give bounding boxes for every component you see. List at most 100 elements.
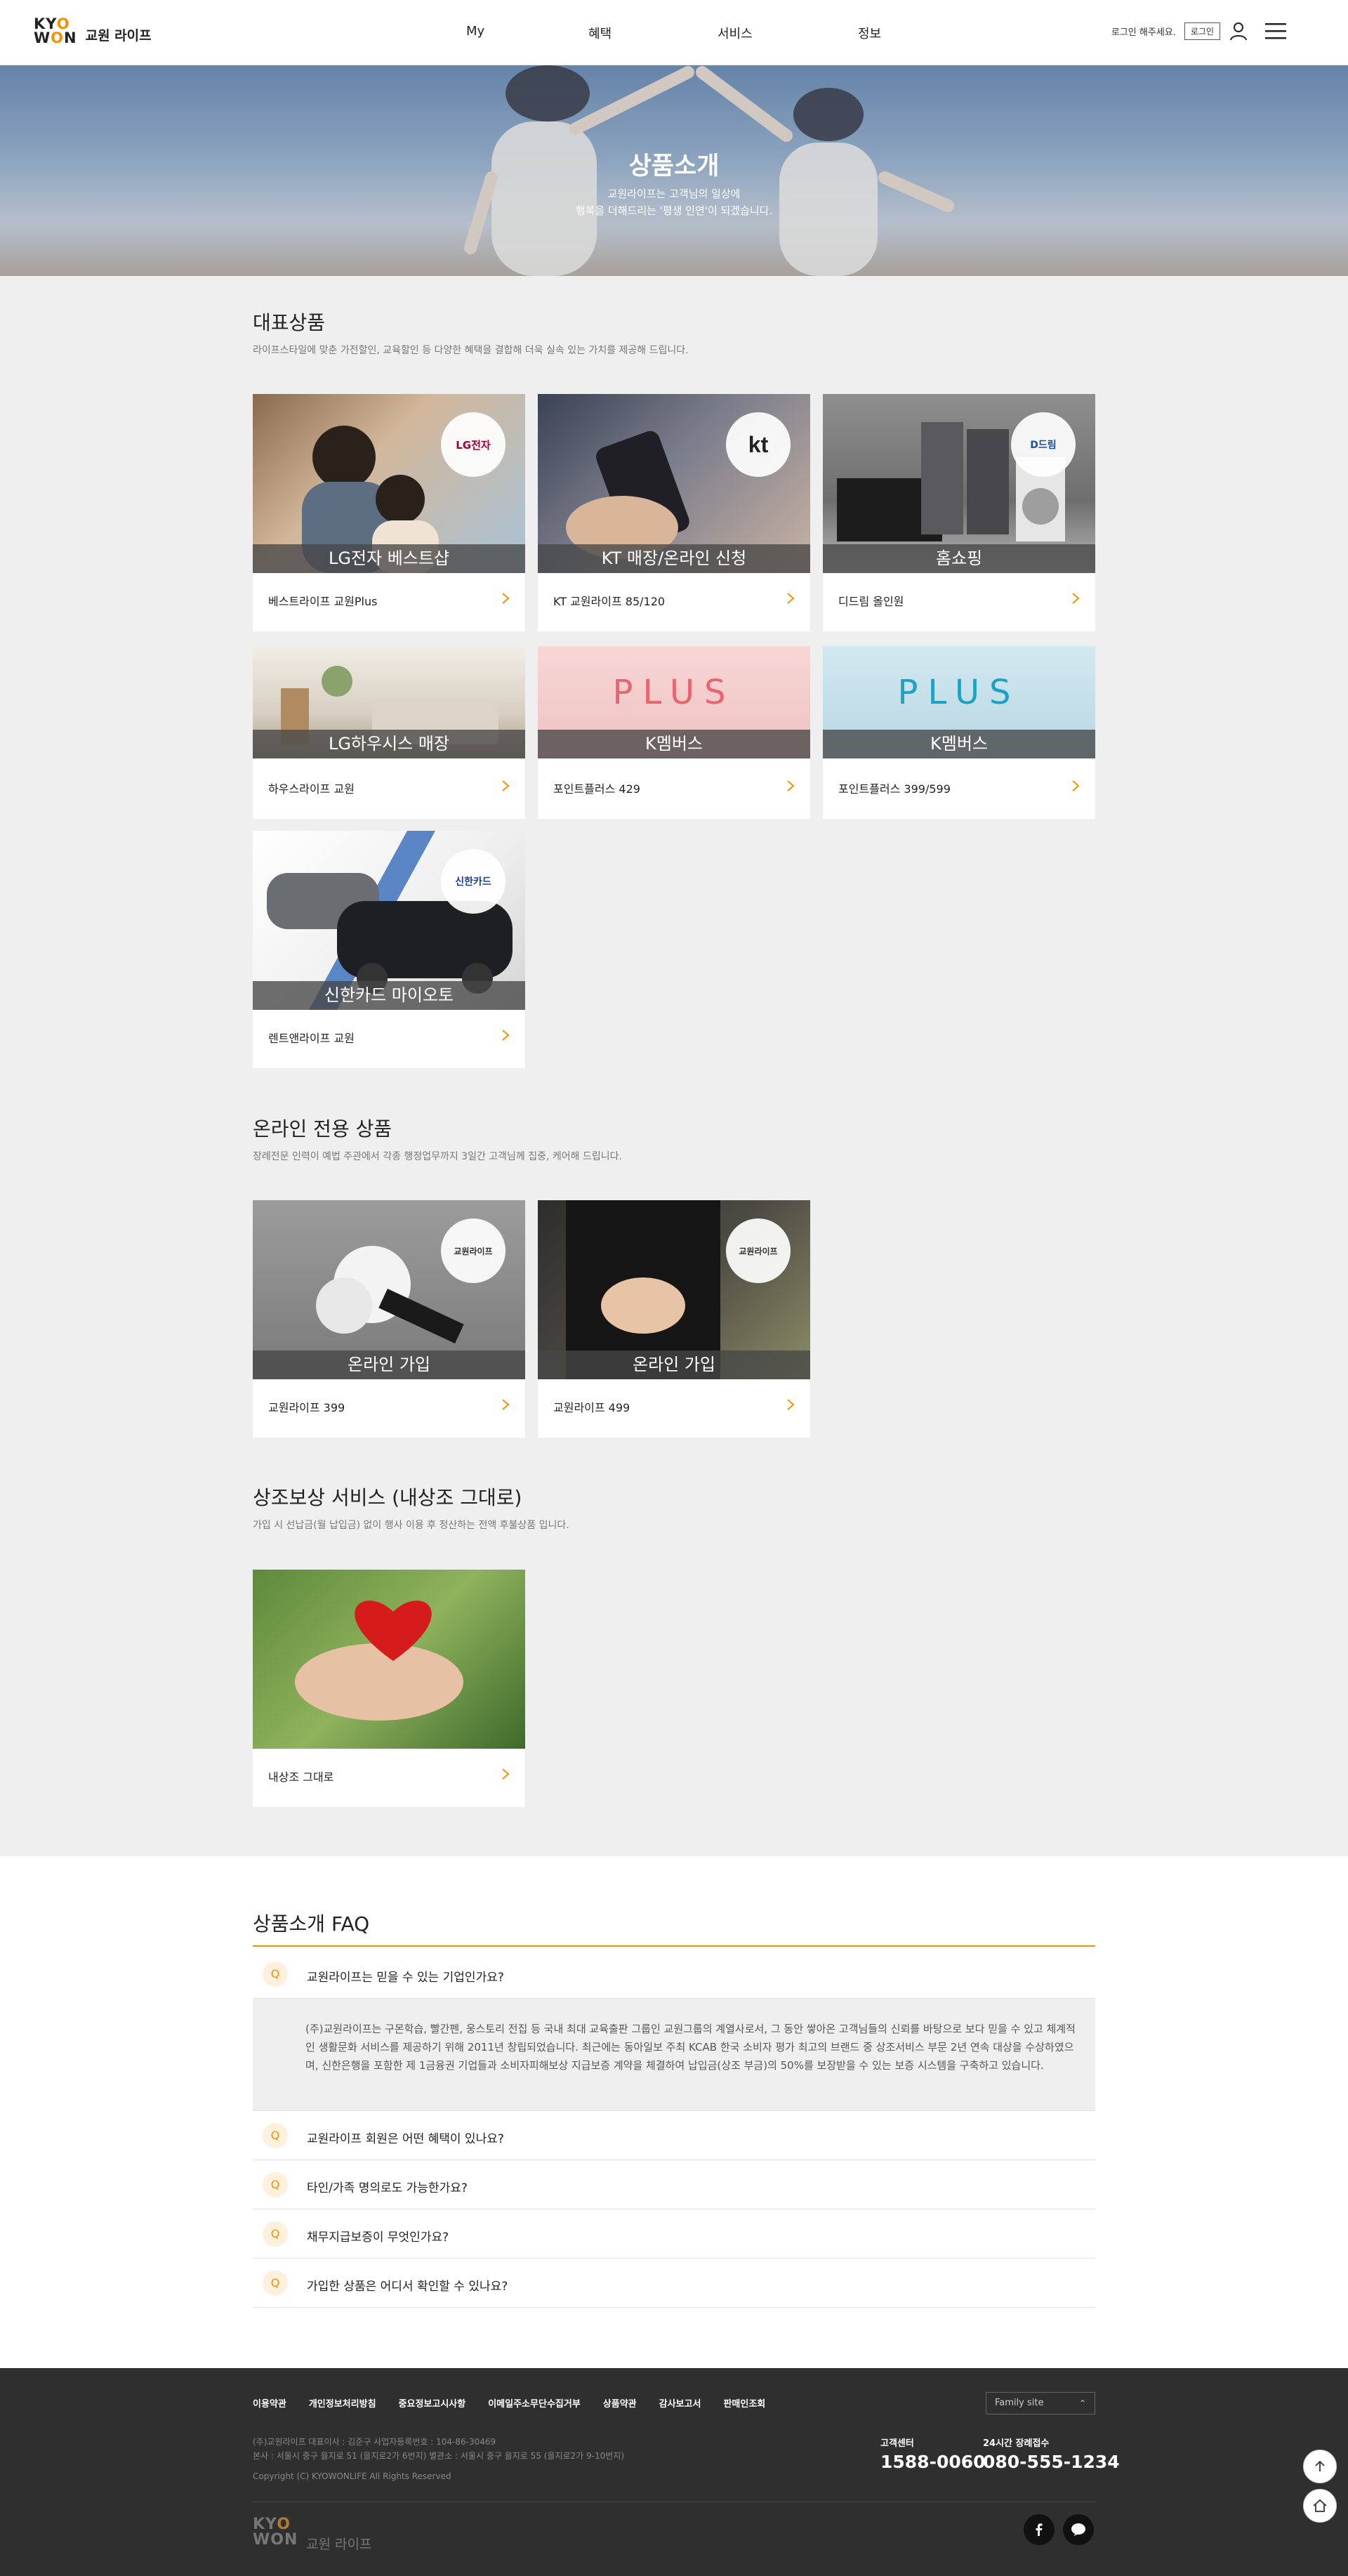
cs-number[interactable]: 1588-0060: [880, 2452, 986, 2472]
brand-badge: LG전자: [441, 412, 505, 477]
home-icon[interactable]: [1303, 2489, 1337, 2523]
card-caption: 온라인 가입: [253, 1351, 525, 1379]
footer-link-product-terms[interactable]: 상품약관: [603, 2396, 637, 2410]
heart-hands-photo: [295, 1601, 463, 1721]
faq-item-5[interactable]: Q 가입한 상품은 어디서 확인할 수 있나요?: [253, 2259, 1095, 2308]
card-name: 디드림 올인원: [838, 595, 904, 608]
product-card-kmembers-399[interactable]: PLUS K멤버스 포인트플러스 399/599: [823, 646, 1095, 819]
footer-link-terms[interactable]: 이용약관: [253, 2396, 286, 2410]
hero-banner: 상품소개 교원라이프는 고객님의 일상에 행복을 더해드리는 '평생 인연'이 …: [0, 65, 1348, 276]
card-caption: LG전자 베스트샵: [253, 544, 525, 573]
login-greeting: 로그인 해주세요.: [1111, 27, 1176, 38]
featured-desc: 라이프스타일에 맞춘 가전할인, 교육할인 등 다양한 혜택을 결합해 더욱 실…: [253, 345, 689, 356]
footer-link-email[interactable]: 이메일주소무단수집거부: [488, 2396, 581, 2410]
chat-bubble-icon[interactable]: [1063, 2514, 1094, 2545]
product-card-homeshopping[interactable]: D드림 홈쇼핑 디드림 올인원: [823, 394, 1095, 631]
faq-item-3[interactable]: Q 타인/가족 명의로도 가능한가요?: [253, 2160, 1095, 2209]
card-caption: KT 매장/온라인 신청: [538, 544, 810, 573]
faq-question: 교원라이프 회원은 어떤 혜택이 있나요?: [307, 2132, 504, 2146]
card-caption: K멤버스: [538, 730, 810, 758]
faq-item-4[interactable]: Q 채무지급보증이 무엇인가요?: [253, 2209, 1095, 2259]
plus-overlay-text: PLUS: [897, 673, 1021, 712]
hero-subtitle-2: 행복을 더해드리는 '평생 인연'이 되겠습니다.: [575, 204, 773, 217]
chevron-right-icon: [787, 780, 795, 791]
nav-benefits[interactable]: 혜택: [588, 24, 612, 42]
nav-services[interactable]: 서비스: [718, 24, 753, 42]
faq-divider: [253, 1945, 1095, 1947]
footer-links: 이용약관 개인정보처리방침 중요정보고시사항 이메일주소무단수집거부 상품약관 …: [253, 2396, 765, 2410]
chevron-right-icon: [1072, 593, 1080, 604]
footer-logo: KYO WON 교원 라이프: [253, 2517, 371, 2553]
footer-logo-text: 교원 라이프: [306, 2537, 372, 2552]
product-card-online-399[interactable]: 교원라이프 온라인 가입 교원라이프 399: [253, 1200, 525, 1438]
product-card-shinhan[interactable]: 신한카드 신한카드 마이오토 렌트앤라이프 교원: [253, 831, 525, 1068]
brand-badge: 신한카드: [441, 849, 505, 914]
arrow-up-icon[interactable]: [1303, 2450, 1337, 2483]
chevron-right-icon: [787, 593, 795, 604]
compensation-title: 상조보상 서비스 (내상조 그대로): [253, 1486, 522, 1509]
q-icon: Q: [263, 2271, 288, 2296]
compensation-desc: 가입 시 선납금(월 납입금) 없이 행사 이용 후 정산하는 전액 후불상품 …: [253, 1520, 569, 1531]
badge-text: LG전자: [456, 438, 491, 452]
card-name: 교원라이프 399: [268, 1401, 345, 1414]
faq-answer: (주)교원라이프는 구몬학습, 빨간펜, 웅스토리 전집 등 국내 최대 교육출…: [253, 1999, 1095, 2111]
card-caption: 온라인 가입: [538, 1351, 810, 1379]
product-card-compensation[interactable]: 내상조 그대로: [253, 1570, 525, 1807]
online-desc: 장례전문 인력이 예법 주관에서 각종 행정업무까지 3일간 고객님께 집중, …: [253, 1151, 622, 1162]
faq-question: 교원라이프는 믿을 수 있는 기업인가요?: [307, 1971, 504, 1985]
company-info-2: 본사 : 서울시 중구 을지로 51 (을지로2가 6번지) 별관소 : 서울시…: [253, 2451, 625, 2461]
badge-text: D드림: [1030, 440, 1057, 451]
faq-title: 상품소개 FAQ: [253, 1912, 370, 1936]
brand-badge: 교원라이프: [726, 1218, 791, 1283]
family-site-select[interactable]: Family site ⌃: [986, 2392, 1095, 2414]
faq-question: 가입한 상품은 어디서 확인할 수 있나요?: [307, 2280, 508, 2294]
nav-info[interactable]: 정보: [858, 24, 881, 42]
chevron-right-icon: [502, 1030, 510, 1041]
card-name: 포인트플러스 429: [553, 782, 640, 796]
cs-label: 24시간 장례접수: [983, 2438, 1050, 2449]
product-card-lg[interactable]: LG전자 LG전자 베스트샵 베스트라이프 교원Plus: [253, 394, 525, 631]
q-icon: Q: [263, 2172, 288, 2197]
login-button[interactable]: 로그인: [1184, 22, 1220, 40]
cs-label: 고객센터: [880, 2438, 914, 2449]
funeral-center: 24시간 장례접수 080-555-1234: [983, 2436, 1120, 2472]
hero-subtitle-1: 교원라이프는 고객님의 일상에: [607, 188, 741, 200]
product-card-kmembers-429[interactable]: PLUS K멤버스 포인트플러스 429: [538, 646, 810, 819]
header-utility: 로그인 해주세요. 로그인: [1111, 21, 1286, 41]
product-card-lg-hausys[interactable]: LG하우시스 매장 하우스라이프 교원: [253, 646, 525, 819]
cs-number[interactable]: 080-555-1234: [983, 2452, 1120, 2472]
card-name: 하우스라이프 교원: [268, 782, 355, 796]
faq-question: 채무지급보증이 무엇인가요?: [307, 2230, 449, 2245]
footer-link-seller[interactable]: 판매인조회: [723, 2396, 765, 2410]
card-caption: 신한카드 마이오토: [253, 981, 525, 1010]
online-title: 온라인 전용 상품: [253, 1117, 392, 1141]
faq-answer-text: (주)교원라이프는 구몬학습, 빨간펜, 웅스토리 전집 등 국내 최대 교육출…: [305, 2023, 1076, 2072]
product-card-online-499[interactable]: 교원라이프 온라인 가입 교원라이프 499: [538, 1200, 810, 1438]
family-site-label: Family site: [995, 2398, 1044, 2408]
faq-question: 타인/가족 명의로도 가능한가요?: [307, 2181, 468, 2195]
hamburger-icon[interactable]: [1265, 21, 1286, 41]
faq-item-2[interactable]: Q 교원라이프 회원은 어떤 혜택이 있나요?: [253, 2111, 1095, 2160]
card-caption: K멤버스: [823, 730, 1095, 758]
faq-item-1[interactable]: Q 교원라이프는 믿을 수 있는 기업인가요?: [253, 1950, 1095, 1999]
user-icon[interactable]: [1229, 21, 1248, 41]
nav-my[interactable]: My: [466, 24, 484, 39]
chevron-right-icon: [1072, 780, 1080, 791]
brand-badge: 교원라이프: [441, 1218, 505, 1283]
product-card-kt[interactable]: kt KT 매장/온라인 신청 KT 교원라이프 85/120: [538, 394, 810, 631]
chevron-right-icon: [787, 1399, 795, 1410]
card-name: 베스트라이프 교원Plus: [268, 595, 378, 608]
q-icon: Q: [263, 2221, 288, 2247]
footer-link-audit[interactable]: 감사보고서: [659, 2396, 701, 2410]
plus-overlay-text: PLUS: [612, 673, 736, 712]
site-footer: 이용약관 개인정보처리방침 중요정보고시사항 이메일주소무단수집거부 상품약관 …: [0, 2368, 1348, 2576]
company-info-1: (주)교원라이프 대표이사 : 김준구 사업자등록번호 : 104-86-304…: [253, 2437, 496, 2447]
card-image: [253, 1570, 525, 1749]
footer-link-privacy[interactable]: 개인정보처리방침: [309, 2396, 376, 2410]
facebook-icon[interactable]: [1024, 2514, 1055, 2545]
hero-title: 상품소개: [628, 152, 720, 180]
footer-link-notice[interactable]: 중요정보고시사항: [399, 2396, 466, 2410]
brand-badge: D드림: [1011, 412, 1076, 477]
badge-text: kt: [748, 431, 769, 457]
card-name: 포인트플러스 399/599: [838, 782, 951, 796]
